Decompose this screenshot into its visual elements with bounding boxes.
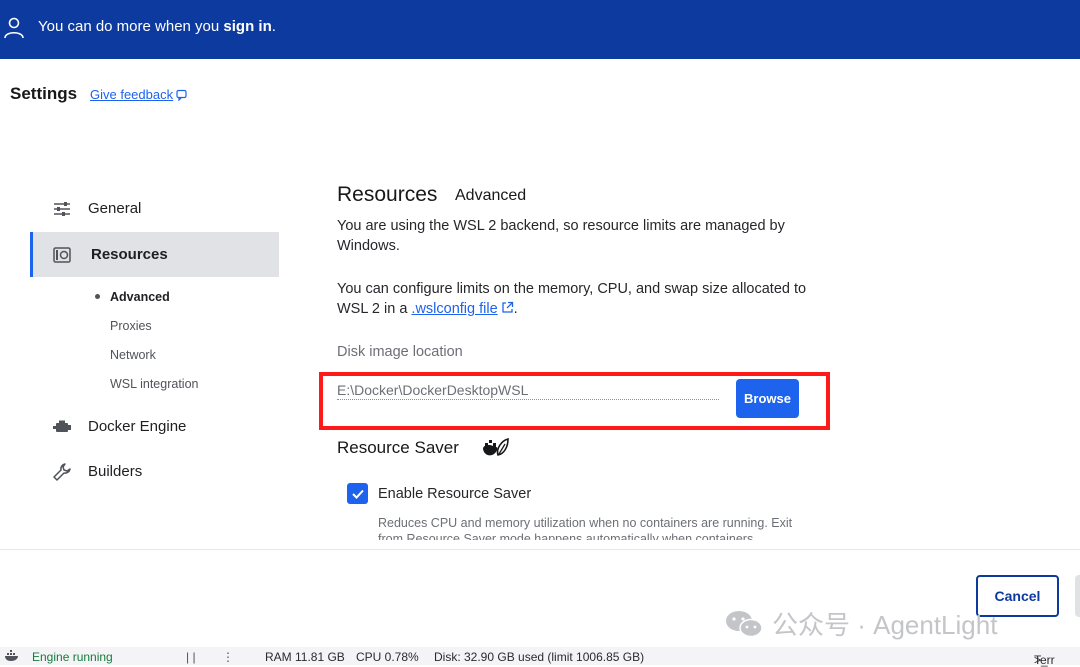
disk-image-label: Disk image location (337, 344, 463, 360)
sidebar-item-builders[interactable]: Builders (30, 449, 279, 494)
wsl-backend-note: You are using the WSL 2 backend, so reso… (337, 218, 785, 254)
wslconfig-link[interactable]: .wslconfig file (411, 301, 497, 317)
sidebar-item-label: General (88, 200, 142, 217)
footer-divider (0, 549, 1080, 550)
checkmark-icon (351, 489, 364, 499)
ram-usage: RAM 11.81 GB (265, 650, 345, 664)
user-icon (4, 17, 24, 39)
give-feedback-link[interactable]: Give feedback (90, 87, 188, 102)
resource-saver-heading: Resource Saver (337, 438, 459, 457)
section-heading: Resources (337, 183, 438, 206)
wrench-icon (52, 462, 72, 482)
more-options-icon[interactable]: ⋮ (222, 650, 234, 664)
disk-image-location-input[interactable] (337, 380, 719, 400)
engine-icon (52, 417, 72, 437)
sidebar-item-label: Resources (91, 246, 168, 263)
leaf-whale-icon (483, 437, 509, 456)
apply-button-edge[interactable] (1075, 575, 1080, 617)
sidebar-subitem-network[interactable]: Network (110, 348, 156, 362)
sidebar-subitem-wsl-integration[interactable]: WSL integration (110, 377, 198, 391)
sidebar-item-label: Builders (88, 463, 143, 480)
docker-whale-icon (5, 650, 18, 661)
sidebar-item-general[interactable]: General (30, 186, 279, 231)
enable-resource-saver-label[interactable]: Enable Resource Saver (378, 486, 531, 502)
cpu-usage: CPU 0.78% (356, 650, 419, 664)
sidebar-item-docker-engine[interactable]: Docker Engine (30, 404, 279, 449)
resource-saver-description: Reduces CPU and memory utilization when … (378, 516, 793, 540)
current-page-dot (95, 294, 100, 299)
sign-in-banner: You can do more when you sign in. (0, 0, 1080, 59)
enable-resource-saver-checkbox[interactable] (347, 483, 368, 504)
browse-button[interactable]: Browse (736, 379, 799, 418)
sign-in-link[interactable]: sign in (223, 18, 271, 35)
resources-icon (52, 245, 72, 265)
sidebar-subitem-proxies[interactable]: Proxies (110, 319, 152, 333)
disk-usage: Disk: 32.90 GB used (limit 1006.85 GB) (434, 650, 645, 664)
external-link-icon (502, 301, 513, 313)
page-title: Settings (10, 84, 78, 103)
wslconfig-note: You can configure limits on the memory, … (337, 281, 807, 317)
status-bar: Engine running | | ⋮ RAM 11.81 GB CPU 0.… (0, 647, 1080, 667)
sidebar-subitem-advanced[interactable]: Advanced (110, 290, 170, 304)
settings-header: Settings Give feedback (0, 59, 1080, 129)
sidebar-item-label: Docker Engine (88, 418, 187, 435)
watermark: 公众号 · AgentLight (724, 605, 997, 642)
sliders-icon (52, 199, 72, 219)
sidebar-item-resources[interactable]: Resources (30, 232, 279, 277)
pause-icon[interactable]: | | (186, 650, 196, 664)
feedback-icon (176, 89, 187, 101)
engine-status: Engine running (32, 650, 113, 664)
tab-advanced[interactable]: Advanced (455, 187, 526, 205)
sign-in-message: You can do more when you sign in. (38, 18, 276, 35)
wechat-icon (726, 610, 763, 637)
